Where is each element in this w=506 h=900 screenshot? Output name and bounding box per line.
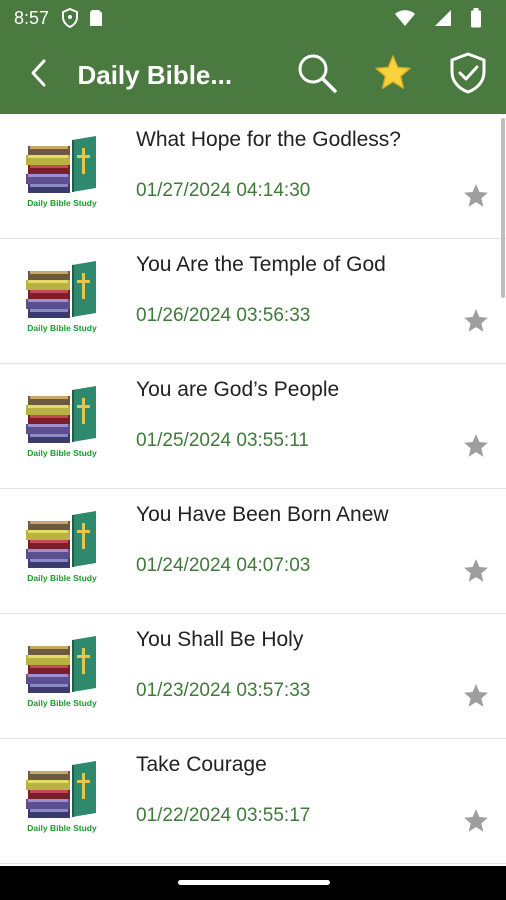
book-stack-thumbnail: Daily Bible Study: [26, 136, 97, 208]
list-item[interactable]: Daily Bible Study You Have Been Born Anew…: [0, 489, 506, 614]
sim-card-icon: [89, 9, 103, 27]
item-title: Take Courage: [136, 753, 267, 776]
thumbnail-caption: Daily Bible Study: [27, 198, 97, 208]
signal-icon: [434, 9, 452, 27]
list-item[interactable]: Daily Bible Study You Are the Temple of G…: [0, 239, 506, 364]
scrollbar[interactable]: [501, 118, 505, 298]
star-icon[interactable]: [462, 307, 490, 335]
back-button[interactable]: [0, 36, 77, 114]
book-stack-thumbnail: Daily Bible Study: [26, 261, 97, 333]
item-title: What Hope for the Godless?: [136, 128, 401, 151]
thumbnail-caption: Daily Bible Study: [27, 573, 97, 583]
list-item[interactable]: Daily Bible Study You are God’s People 01/…: [0, 364, 506, 489]
search-button[interactable]: [279, 36, 355, 114]
favorites-button[interactable]: [355, 36, 431, 114]
thumbnail-caption: Daily Bible Study: [27, 448, 97, 458]
item-title: You Have Been Born Anew: [136, 503, 389, 526]
page-title: Daily Bible...: [77, 59, 233, 90]
book-stack-thumbnail: Daily Bible Study: [26, 636, 97, 708]
list-item[interactable]: Daily Bible Study What Hope for the Godle…: [0, 114, 506, 239]
item-title: You are God’s People: [136, 378, 340, 401]
favorite-star-icon: [373, 53, 413, 98]
thumbnail-caption: Daily Bible Study: [27, 323, 97, 333]
app-bar: Daily Bible...: [0, 36, 506, 114]
wifi-icon: [394, 9, 416, 27]
item-date: 01/22/2024 03:55:17: [136, 805, 311, 826]
book-stack-thumbnail: Daily Bible Study: [26, 386, 97, 458]
star-icon[interactable]: [462, 807, 490, 835]
item-title: You Shall Be Holy: [136, 628, 304, 651]
devotion-list: Daily Bible Study What Hope for the Godle…: [0, 114, 506, 866]
shield-icon: [61, 8, 79, 28]
status-time: 8:57: [14, 7, 50, 28]
list-item[interactable]: Daily Bible Study You Shall Be Holy 01/23/…: [0, 614, 506, 739]
verified-button[interactable]: [430, 36, 506, 114]
list-item[interactable]: Daily Bible Study Take Courage 01/22/2024 …: [0, 739, 506, 864]
item-date: 01/25/2024 03:55:11: [136, 430, 309, 451]
book-stack-thumbnail: Daily Bible Study: [26, 511, 97, 583]
star-icon[interactable]: [462, 682, 490, 710]
status-bar: 8:57: [0, 0, 506, 36]
star-icon[interactable]: [462, 182, 490, 210]
star-icon[interactable]: [462, 557, 490, 585]
item-date: 01/24/2024 04:07:03: [136, 555, 311, 576]
book-stack-thumbnail: Daily Bible Study: [26, 761, 97, 833]
item-date: 01/26/2024 03:56:33: [136, 305, 311, 326]
item-date: 01/23/2024 03:57:33: [136, 680, 311, 701]
verified-shield-icon: [448, 52, 488, 99]
back-arrow-icon: [29, 58, 49, 93]
thumbnail-caption: Daily Bible Study: [27, 698, 97, 708]
item-date: 01/27/2024 04:14:30: [136, 180, 311, 201]
home-gesture-handle[interactable]: [178, 880, 330, 885]
item-title: You Are the Temple of God: [136, 253, 386, 276]
thumbnail-caption: Daily Bible Study: [27, 823, 97, 833]
search-icon: [296, 52, 338, 99]
battery-icon: [470, 8, 482, 28]
star-icon[interactable]: [462, 432, 490, 460]
